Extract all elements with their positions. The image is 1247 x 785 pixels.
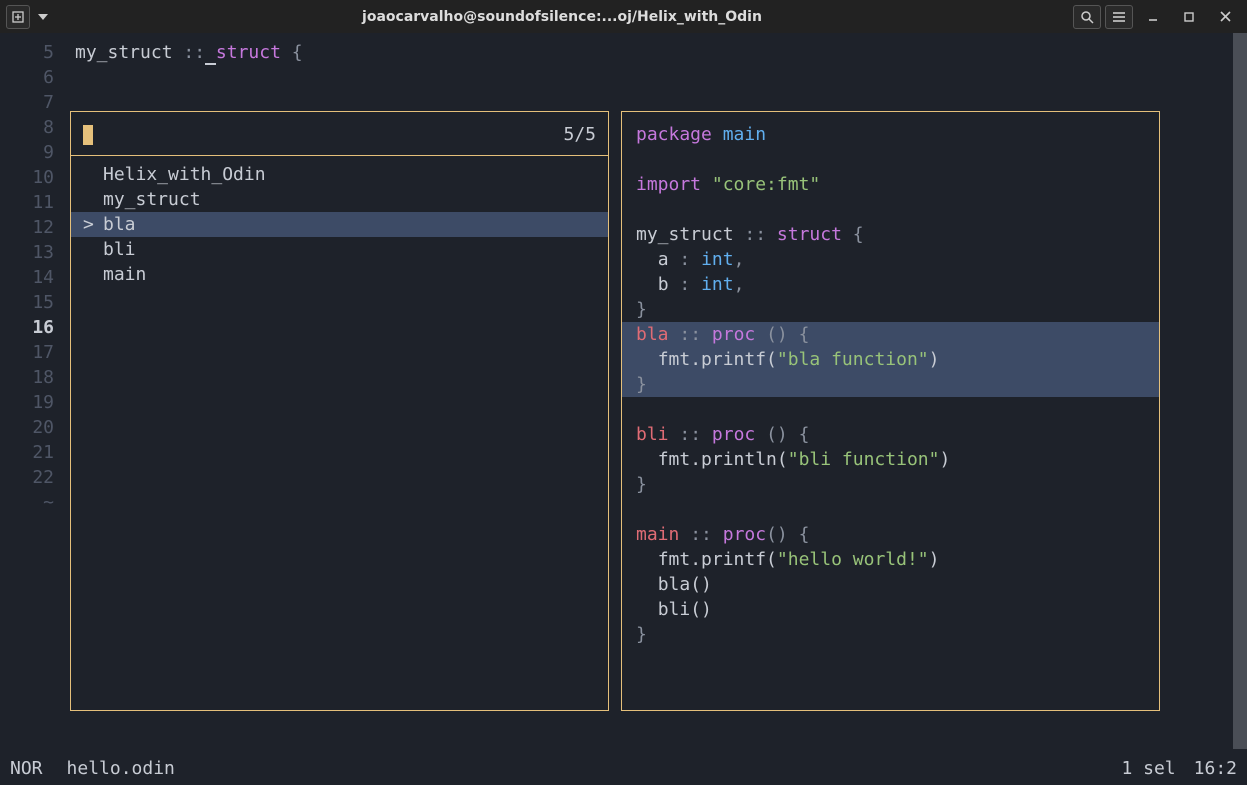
maximize-button[interactable] <box>1173 5 1205 29</box>
symbol-picker: 5/5 Helix_with_Odin my_struct bla bli ma… <box>70 111 1160 711</box>
picker-cursor <box>83 125 93 145</box>
picker-search-row: 5/5 <box>71 112 608 156</box>
picker-item[interactable]: my_struct <box>71 187 608 212</box>
line-number: 15 <box>0 290 54 315</box>
line-number: 22 <box>0 465 54 490</box>
window-titlebar: joaocarvalho@soundofsilence:...oj/Helix_… <box>0 0 1247 33</box>
minimize-button[interactable] <box>1137 5 1169 29</box>
picker-list-panel: 5/5 Helix_with_Odin my_struct bla bli ma… <box>70 111 609 711</box>
selection-count: 1 sel <box>1121 758 1175 779</box>
search-button[interactable] <box>1073 5 1101 29</box>
picker-preview-panel: package main import "core:fmt" my_struct… <box>621 111 1160 711</box>
line-number: 21 <box>0 440 54 465</box>
line-number-current: 16 <box>0 315 54 340</box>
line-number: 20 <box>0 415 54 440</box>
new-tab-dropdown[interactable] <box>34 5 51 29</box>
status-bar: NOR hello.odin 1 sel 16:2 <box>0 752 1247 785</box>
line-number: 7 <box>0 90 54 115</box>
editor-area[interactable]: 5 6 7 8 9 10 11 12 13 14 15 16 17 18 19 … <box>0 33 1247 752</box>
line-number: 5 <box>0 40 54 65</box>
new-tab-button[interactable] <box>6 5 30 29</box>
window-title: joaocarvalho@soundofsilence:...oj/Helix_… <box>362 9 762 25</box>
line-number: 19 <box>0 390 54 415</box>
line-number: 12 <box>0 215 54 240</box>
line-number: 9 <box>0 140 54 165</box>
picker-item-selected[interactable]: bla <box>71 212 608 237</box>
preview-code: package main import "core:fmt" my_struct… <box>622 112 1159 657</box>
picker-list[interactable]: Helix_with_Odin my_struct bla bli main <box>71 156 608 287</box>
line-number: 14 <box>0 265 54 290</box>
picker-item[interactable]: Helix_with_Odin <box>71 162 608 187</box>
line-number-gutter: 5 6 7 8 9 10 11 12 13 14 15 16 17 18 19 … <box>0 33 64 752</box>
picker-item[interactable]: main <box>71 262 608 287</box>
line-number: 17 <box>0 340 54 365</box>
line-number: 11 <box>0 190 54 215</box>
line-number: 18 <box>0 365 54 390</box>
hamburger-menu-button[interactable] <box>1105 5 1133 29</box>
scrollbar-thumb[interactable] <box>1233 33 1247 749</box>
line-number: ~ <box>0 490 54 515</box>
line-number: 13 <box>0 240 54 265</box>
picker-item[interactable]: bli <box>71 237 608 262</box>
line-number: 6 <box>0 65 54 90</box>
picker-count: 5/5 <box>563 122 596 147</box>
vertical-scrollbar[interactable] <box>1233 33 1247 749</box>
editor-mode: NOR <box>10 758 43 779</box>
close-button[interactable] <box>1209 5 1241 29</box>
buffer-code-line: my_struct :: struct { <box>75 40 303 65</box>
line-number: 10 <box>0 165 54 190</box>
cursor-position: 16:2 <box>1194 758 1237 779</box>
buffer-filename: hello.odin <box>67 758 175 779</box>
line-number: 8 <box>0 115 54 140</box>
